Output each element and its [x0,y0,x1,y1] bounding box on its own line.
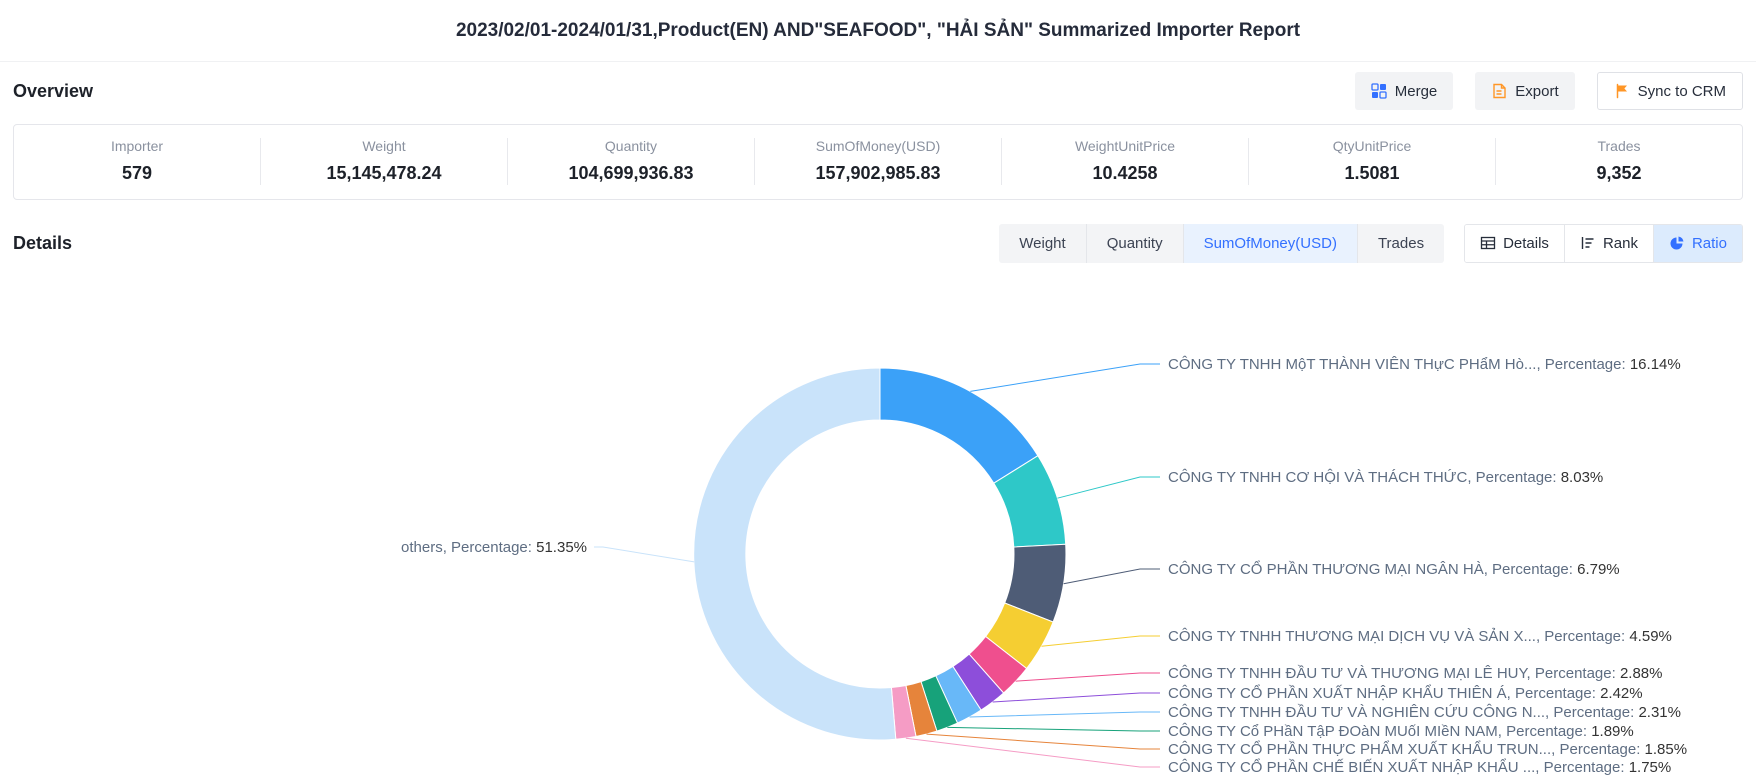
pie-label: others, Percentage: 51.35% [401,539,587,556]
pie-label: CÔNG TY CỔ PHẦN XUẤT NHẬP KHẨU THIÊN Á, … [1168,684,1643,702]
metric-tabs: Weight Quantity SumOfMoney(USD) Trades [999,224,1444,263]
stat-cell-importer: Importer 579 [14,138,260,185]
stat-label: Importer [14,138,260,154]
merge-icon [1371,83,1387,99]
sync-to-crm-button-label: Sync to CRM [1638,83,1726,100]
metric-tab-trades[interactable]: Trades [1357,224,1444,263]
pie-chart-icon [1669,235,1685,251]
stat-cell-weightunitprice: WeightUnitPrice 10.4258 [1001,138,1248,185]
pie-label-line [947,727,1160,731]
pie-label: CÔNG TY CỔ PHẦN THỰC PHẨM XUẤT KHẨU TRUN… [1168,740,1687,758]
stat-cell-weight: Weight 15,145,478.24 [260,138,507,185]
view-tab-rank[interactable]: Rank [1564,225,1653,262]
details-controls: Weight Quantity SumOfMoney(USD) Trades D… [999,224,1743,263]
merge-button-label: Merge [1395,83,1438,100]
pie-label-line [1042,636,1161,646]
pie-label: CÔNG TY TNHH CƠ HỘI VÀ THÁCH THỨC, Perce… [1168,469,1603,486]
view-tab-details[interactable]: Details [1465,225,1564,262]
report-header: 2023/02/01-2024/01/31,Product(EN) AND"SE… [0,0,1756,62]
details-heading: Details [13,233,72,254]
pie-slice-0[interactable] [880,368,1038,483]
stat-label: WeightUnitPrice [1002,138,1248,154]
export-button[interactable]: Export [1475,72,1574,110]
pie-label-line [906,738,1160,767]
importer-share-donut-chart: CÔNG TY TNHH MộT THÀNH VIÊN THựC PHẩM Hò… [0,264,1756,778]
stat-value: 579 [14,163,260,184]
report-title: 2023/02/01-2024/01/31,Product(EN) AND"SE… [456,20,1300,42]
sync-to-crm-button[interactable]: Sync to CRM [1597,72,1743,110]
ratio-chart-area: CÔNG TY TNHH MộT THÀNH VIÊN THựC PHẩM Hò… [0,264,1756,778]
pie-label-line [970,712,1160,717]
table-icon [1480,235,1496,251]
metric-tab-quantity[interactable]: Quantity [1086,224,1183,263]
stat-label: Quantity [508,138,754,154]
stat-value: 15,145,478.24 [261,163,507,184]
stat-cell-quantity: Quantity 104,699,936.83 [507,138,754,185]
pie-slice-others[interactable] [694,368,896,740]
stat-value: 1.5081 [1249,163,1495,184]
pie-label: CÔNG TY TNHH ĐẦU TƯ VÀ NGHIÊN CỨU CÔNG N… [1168,704,1681,721]
stat-label: Weight [261,138,507,154]
stat-cell-sumofmoney-usd: SumOfMoney(USD) 157,902,985.83 [754,138,1001,185]
merge-button[interactable]: Merge [1355,72,1454,110]
stat-cell-trades: Trades 9,352 [1495,138,1742,185]
stat-value: 157,902,985.83 [755,163,1001,184]
stat-label: SumOfMoney(USD) [755,138,1001,154]
metric-tab-weight[interactable]: Weight [999,224,1085,263]
importer-report-page: 2023/02/01-2024/01/31,Product(EN) AND"SE… [0,0,1756,778]
pie-label: CÔNG TY TNHH ĐẦU TƯ VÀ THƯƠNG MẠI LÊ HUY… [1168,665,1663,682]
pie-label: CÔNG TY TNHH MộT THÀNH VIÊN THựC PHẩM Hò… [1168,356,1681,373]
export-button-label: Export [1515,83,1558,100]
stat-cell-qtyunitprice: QtyUnitPrice 1.5081 [1248,138,1495,185]
view-tab-rank-label: Rank [1603,235,1638,252]
pie-label: CÔNG TY TNHH THƯƠNG MẠI DỊCH VỤ VÀ SẢN X… [1168,628,1672,645]
view-tab-ratio[interactable]: Ratio [1653,225,1742,262]
stat-label: Trades [1496,138,1742,154]
metric-tab-sumofmoney-usd[interactable]: SumOfMoney(USD) [1183,224,1357,263]
overview-heading: Overview [13,81,93,102]
overview-section-header: Overview Merge Export Sync to CRM [0,62,1756,120]
pie-label-line [594,547,694,562]
export-document-icon [1491,83,1507,99]
pie-label-line [1057,477,1160,498]
stat-value: 10.4258 [1002,163,1248,184]
pie-label-line [927,734,1161,749]
stat-value: 104,699,936.83 [508,163,754,184]
overview-stats-card: Importer 579 Weight 15,145,478.24 Quanti… [13,124,1743,200]
view-tab-ratio-label: Ratio [1692,235,1727,252]
pie-label: CÔNG TY CỔ PHẦN CHẾ BIẾN XUẤT NHẬP KHẨU … [1168,758,1671,776]
view-tabs: Details Rank Ratio [1464,224,1743,263]
pie-label-line [970,364,1160,391]
stat-label: QtyUnitPrice [1249,138,1495,154]
rank-list-icon [1580,235,1596,251]
pie-label-line [993,693,1160,702]
flag-icon [1614,83,1630,99]
pie-label: CÔNG TY CỔ PHẦN THƯƠNG MẠI NGÂN HÀ, Perc… [1168,560,1620,578]
header-actions: Merge Export Sync to CRM [1355,72,1743,110]
pie-label-line [1016,673,1160,681]
view-tab-details-label: Details [1503,235,1549,252]
details-section-header: Details Weight Quantity SumOfMoney(USD) … [0,222,1756,264]
pie-label-line [1064,569,1160,584]
pie-label: CÔNG TY Cổ PHầN TậP ĐOàN MUốI MIềN NAM, … [1168,723,1634,740]
stat-value: 9,352 [1496,163,1742,184]
